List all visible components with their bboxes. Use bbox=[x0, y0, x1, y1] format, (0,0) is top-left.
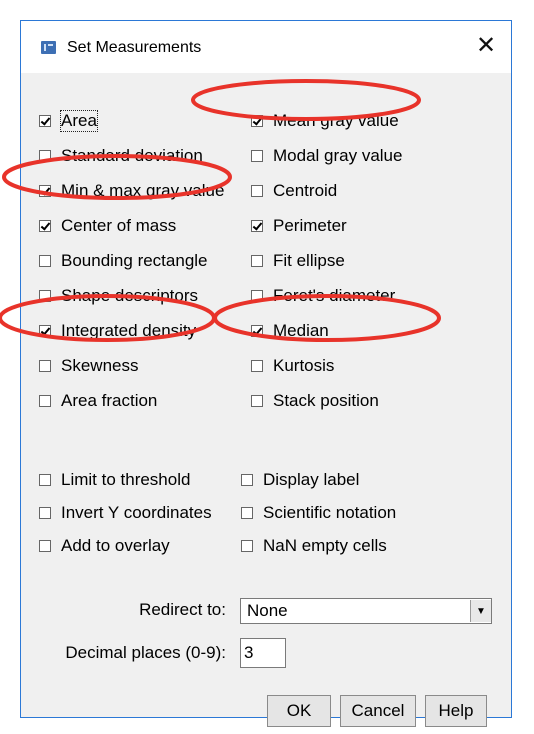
checkbox-perimeter[interactable]: Perimeter bbox=[251, 215, 347, 237]
checkbox-unchecked-icon[interactable] bbox=[251, 185, 263, 197]
checkbox-center-of-mass[interactable]: Center of mass bbox=[39, 215, 176, 237]
help-button[interactable]: Help bbox=[425, 695, 487, 727]
checkbox-unchecked-icon[interactable] bbox=[39, 507, 51, 519]
checkbox-label: Display label bbox=[263, 470, 360, 489]
checkbox-label: Stack position bbox=[273, 391, 379, 410]
checkbox-unchecked-icon[interactable] bbox=[241, 507, 253, 519]
checkbox-shape-descriptors[interactable]: Shape descriptors bbox=[39, 285, 198, 307]
checkbox-nan-empty-cells[interactable]: NaN empty cells bbox=[241, 535, 387, 557]
checkbox-unchecked-icon[interactable] bbox=[39, 474, 51, 486]
checkbox-label: Standard deviation bbox=[61, 146, 203, 165]
checkbox-unchecked-icon[interactable] bbox=[39, 290, 51, 302]
checkbox-label: Mean gray value bbox=[273, 111, 399, 130]
checkbox-standard-deviation[interactable]: Standard deviation bbox=[39, 145, 203, 167]
cancel-button[interactable]: Cancel bbox=[340, 695, 416, 727]
checkbox-label: Feret's diameter bbox=[273, 286, 396, 305]
checkbox-label: Scientific notation bbox=[263, 503, 397, 522]
checkbox-feret-s-diameter[interactable]: Feret's diameter bbox=[251, 285, 395, 307]
decimal-places-input[interactable]: 3 bbox=[240, 638, 286, 668]
checkbox-display-label[interactable]: Display label bbox=[241, 469, 359, 491]
checkbox-unchecked-icon[interactable] bbox=[39, 255, 51, 267]
checkbox-label: Integrated density bbox=[61, 321, 197, 340]
checkbox-fit-ellipse[interactable]: Fit ellipse bbox=[251, 250, 345, 272]
checkbox-area-fraction[interactable]: Area fraction bbox=[39, 390, 157, 412]
checkbox-label: Limit to threshold bbox=[61, 470, 191, 489]
redirect-select[interactable]: None ▼ bbox=[240, 598, 492, 624]
checkbox-skewness[interactable]: Skewness bbox=[39, 355, 138, 377]
dropdown-arrow-icon[interactable]: ▼ bbox=[470, 600, 491, 622]
checkbox-limit-to-threshold[interactable]: Limit to threshold bbox=[39, 469, 190, 491]
checkbox-modal-gray-value[interactable]: Modal gray value bbox=[251, 145, 402, 167]
checkbox-checked-icon[interactable] bbox=[39, 185, 51, 197]
checkbox-stack-position[interactable]: Stack position bbox=[251, 390, 379, 412]
window-title: Set Measurements bbox=[67, 39, 202, 56]
ok-button[interactable]: OK bbox=[267, 695, 331, 727]
checkbox-unchecked-icon[interactable] bbox=[39, 395, 51, 407]
decimal-places-label: Decimal places (0-9): bbox=[65, 643, 226, 662]
checkbox-checked-icon[interactable] bbox=[39, 325, 51, 337]
redirect-label: Redirect to: bbox=[139, 600, 226, 619]
checkbox-label: Shape descriptors bbox=[61, 286, 199, 305]
checkbox-label: Fit ellipse bbox=[273, 251, 345, 270]
checkbox-label: Median bbox=[273, 321, 329, 340]
checkbox-scientific-notation[interactable]: Scientific notation bbox=[241, 502, 396, 524]
checkbox-unchecked-icon[interactable] bbox=[241, 540, 253, 552]
checkbox-unchecked-icon[interactable] bbox=[251, 150, 263, 162]
checkbox-centroid[interactable]: Centroid bbox=[251, 180, 337, 202]
dialog-content: Area Mean gray value Standard deviation Mod… bbox=[21, 73, 511, 727]
checkbox-unchecked-icon[interactable] bbox=[241, 474, 253, 486]
checkbox-min-and-max-gray-value[interactable]: Min & max gray value bbox=[39, 180, 224, 202]
checkbox-unchecked-icon[interactable] bbox=[251, 360, 263, 372]
checkbox-label: NaN empty cells bbox=[263, 536, 387, 555]
checkbox-integrated-density[interactable]: Integrated density bbox=[39, 320, 196, 342]
checkbox-bounding-rectangle[interactable]: Bounding rectangle bbox=[39, 250, 208, 272]
checkbox-label: Skewness bbox=[61, 356, 139, 375]
checkbox-checked-icon[interactable] bbox=[251, 115, 263, 127]
checkbox-unchecked-icon[interactable] bbox=[251, 395, 263, 407]
checkbox-unchecked-icon[interactable] bbox=[39, 150, 51, 162]
checkbox-invert-y-coordinates[interactable]: Invert Y coordinates bbox=[39, 502, 212, 524]
checkbox-checked-icon[interactable] bbox=[251, 325, 263, 337]
checkbox-checked-icon[interactable] bbox=[251, 220, 263, 232]
checkbox-label: Area bbox=[60, 110, 98, 132]
checkbox-label: Bounding rectangle bbox=[61, 251, 208, 270]
redirect-select-value: None bbox=[247, 601, 288, 620]
imagej-app-icon bbox=[41, 41, 56, 54]
checkbox-label: Invert Y coordinates bbox=[61, 503, 212, 522]
title-bar[interactable]: Set Measurements ✕ bbox=[21, 21, 511, 73]
checkbox-label: Modal gray value bbox=[273, 146, 403, 165]
checkbox-label: Perimeter bbox=[273, 216, 347, 235]
set-measurements-dialog: Set Measurements ✕ Area Mean gray value St… bbox=[20, 20, 512, 727]
checkbox-label: Centroid bbox=[273, 181, 338, 200]
checkbox-label: Min & max gray value bbox=[61, 181, 225, 200]
checkbox-mean-gray-value[interactable]: Mean gray value bbox=[251, 110, 399, 132]
checkbox-label: Area fraction bbox=[61, 391, 158, 410]
checkbox-add-to-overlay[interactable]: Add to overlay bbox=[39, 535, 170, 557]
checkbox-label: Kurtosis bbox=[273, 356, 335, 375]
checkbox-label: Center of mass bbox=[61, 216, 177, 235]
checkbox-unchecked-icon[interactable] bbox=[251, 290, 263, 302]
checkbox-label: Add to overlay bbox=[61, 536, 170, 555]
checkbox-unchecked-icon[interactable] bbox=[251, 255, 263, 267]
checkbox-unchecked-icon[interactable] bbox=[39, 360, 51, 372]
checkbox-checked-icon[interactable] bbox=[39, 220, 51, 232]
checkbox-median[interactable]: Median bbox=[251, 320, 329, 342]
checkbox-kurtosis[interactable]: Kurtosis bbox=[251, 355, 334, 377]
checkbox-area[interactable]: Area bbox=[39, 110, 98, 132]
close-icon[interactable]: ✕ bbox=[471, 31, 501, 61]
checkbox-checked-icon[interactable] bbox=[39, 115, 51, 127]
checkbox-unchecked-icon[interactable] bbox=[39, 540, 51, 552]
